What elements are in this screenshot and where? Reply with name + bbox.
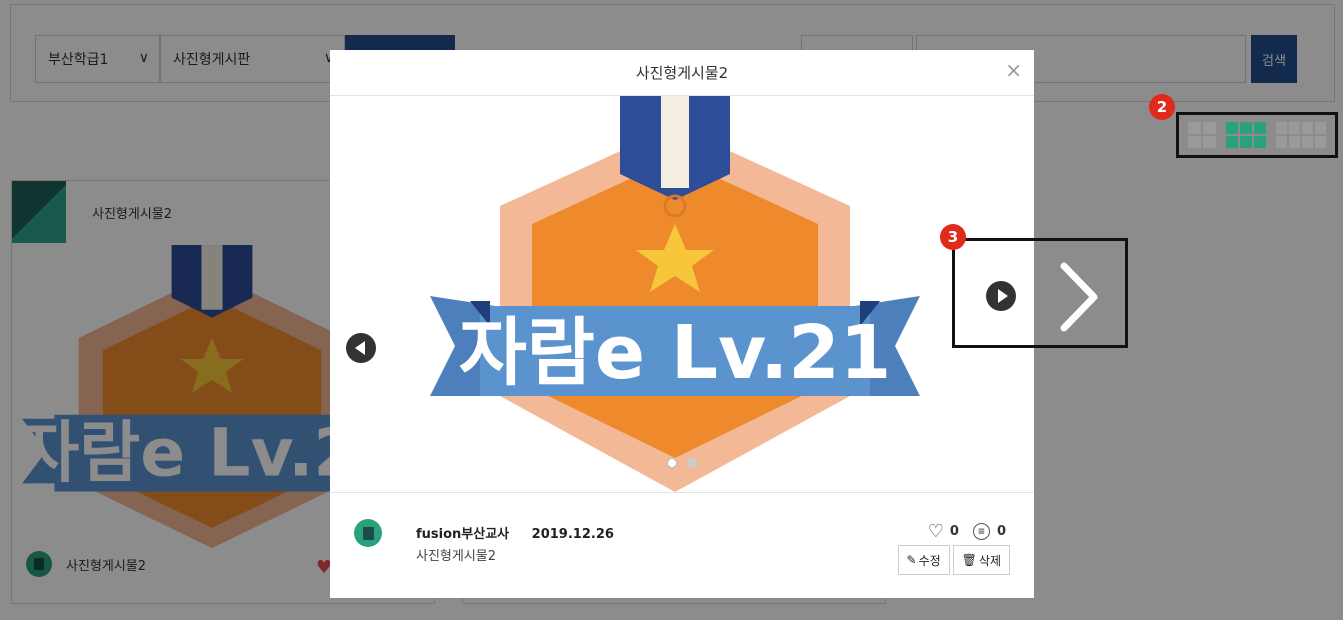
close-icon[interactable]: × [1005,60,1022,80]
grid-3-icon[interactable] [1226,122,1266,148]
pencil-icon: ✎ [906,553,917,567]
annotation-badge: 2 [1149,94,1175,120]
post-date: 2019.12.26 [531,527,614,542]
avatar [354,519,382,547]
slide-indicators [330,458,1034,468]
slide-dot-active[interactable] [667,458,677,468]
slide-dot[interactable] [687,458,697,468]
modal-title: 사진형게시물2 [635,64,729,82]
post-stats: ♡ 0 ≡ 0 [928,521,1006,542]
author-name: fusion부산교사 [416,527,510,542]
heart-icon[interactable]: ♡ [928,521,944,542]
slide-image-text: 자람e Lv.21 [459,310,892,396]
edit-button[interactable]: ✎ 수정 [897,545,950,575]
like-count: 0 [949,524,959,539]
comment-icon: ≡ [972,523,990,540]
comment-count: 0 [996,524,1006,539]
image-slider: 자람e Lv.21 [330,96,1034,492]
delete-button-label: 삭제 [978,553,1001,568]
edit-button-label: 수정 [918,553,941,568]
grid-2-icon[interactable] [1188,122,1216,148]
photo-modal: 사진형게시물2 × 자람e Lv.21 fusion부산교사 2019.12.2… [330,50,1034,598]
trash-icon: 🗑 [961,553,977,567]
annotation-badge: 3 [940,224,966,250]
view-toggle-group [1176,112,1338,158]
modal-header: 사진형게시물2 × [330,50,1034,96]
post-actions: ✎ 수정 🗑 삭제 [897,545,1010,575]
annotation-box-next [952,238,1128,348]
grid-4-icon[interactable] [1276,122,1326,148]
prev-slide-button[interactable] [346,333,376,363]
slide-image: 자람e Lv.21 [430,96,920,492]
post-info: fusion부산교사 2019.12.26 사진형게시물2 ♡ 0 ≡ 0 ✎ … [330,492,1034,598]
post-caption: 사진형게시물2 [416,549,497,564]
delete-button[interactable]: 🗑 삭제 [952,545,1010,575]
author-line: fusion부산교사 2019.12.26 [416,523,614,542]
